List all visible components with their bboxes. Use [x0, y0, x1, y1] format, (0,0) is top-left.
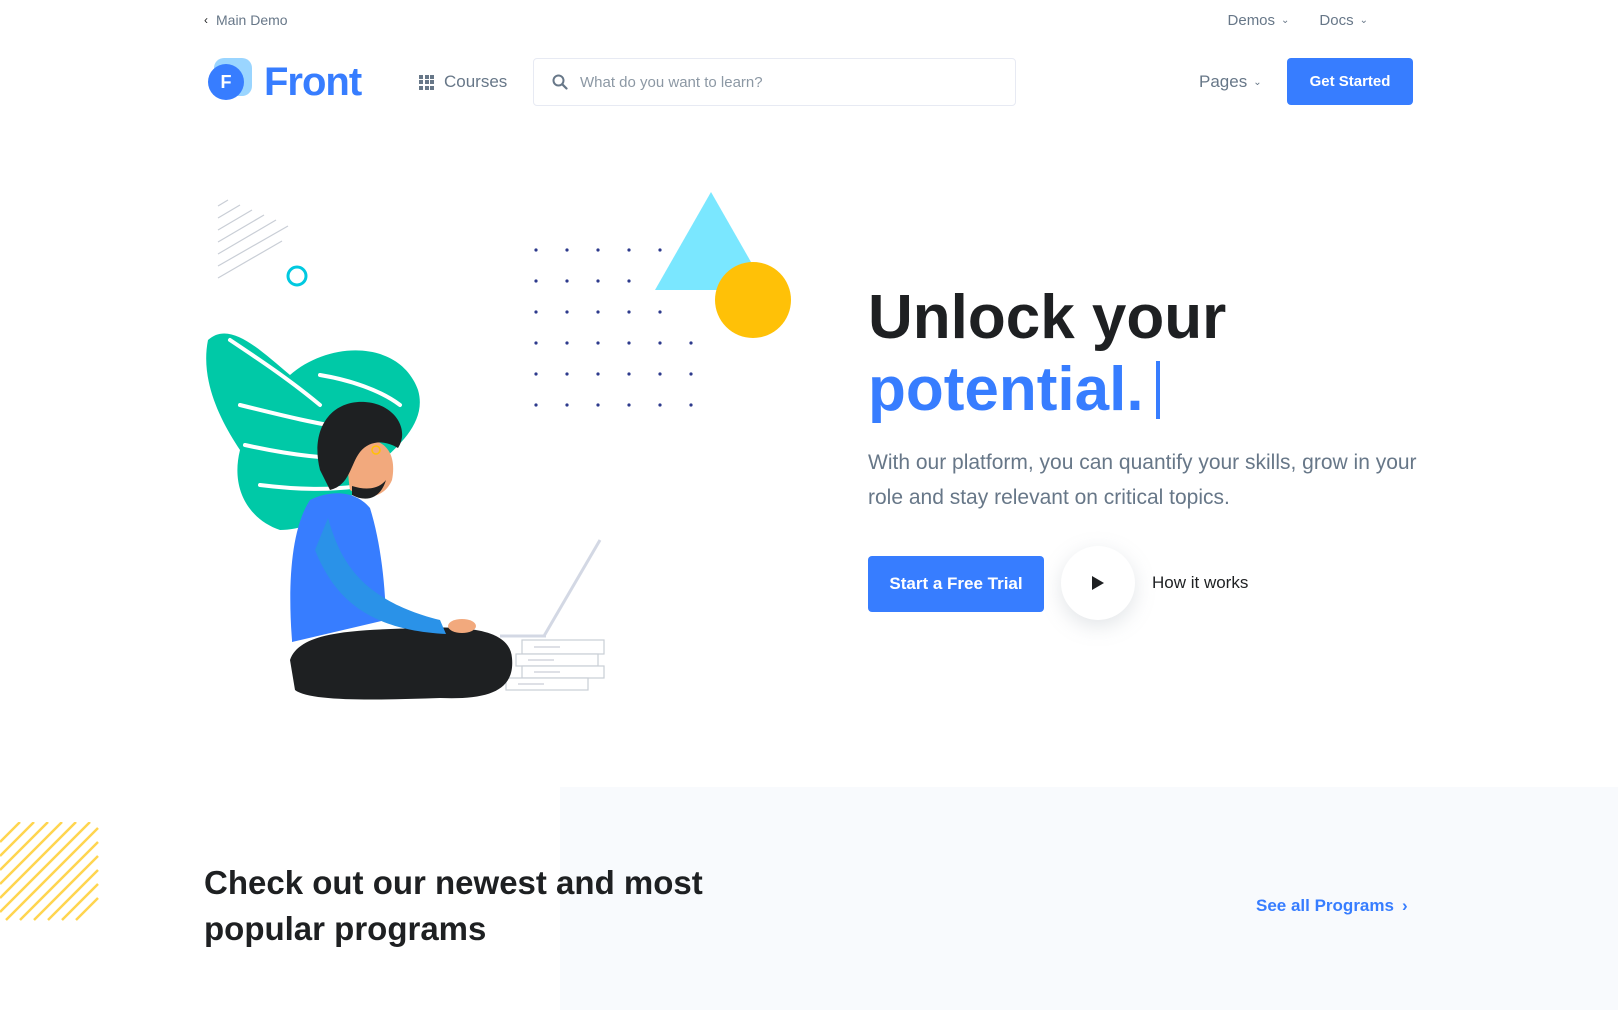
demos-label: Demos: [1227, 12, 1276, 29]
see-all-label: See all Programs: [1256, 896, 1394, 915]
hero-title-line1: Unlock your: [868, 283, 1227, 352]
chevron-left-icon: ‹: [204, 13, 208, 27]
logo-text: Front: [264, 59, 362, 104]
person-figure: [290, 401, 513, 700]
hero-title-line2: potential.: [868, 355, 1144, 424]
courses-menu[interactable]: Courses: [419, 58, 507, 106]
decorative-ring: [286, 265, 308, 287]
hero-description: With our platform, you can quantify your…: [868, 451, 1417, 509]
top-right-nav: Demos ⌄ Docs ⌄: [1228, 12, 1368, 29]
chevron-right-icon: ›: [1401, 896, 1408, 915]
chevron-down-icon: ⌄: [1359, 15, 1368, 26]
docs-label: Docs: [1319, 12, 1354, 29]
hero-illustration: [206, 192, 791, 700]
main-demo-label: Main Demo: [216, 12, 288, 28]
play-icon: [1092, 576, 1104, 590]
chevron-down-icon: ⌄: [1281, 15, 1290, 26]
search-input[interactable]: [580, 73, 980, 91]
start-free-trial-button[interactable]: Start a Free Trial: [868, 556, 1044, 612]
logo-letter: F: [220, 71, 232, 92]
main-demo-link[interactable]: ‹ Main Demo: [204, 12, 288, 28]
docs-dropdown[interactable]: Docs ⌄: [1319, 12, 1368, 29]
see-all-programs-link[interactable]: See all Programs ›: [1256, 896, 1408, 916]
search-icon: [552, 74, 568, 90]
search-box: [533, 58, 1016, 106]
play-video-button[interactable]: [1061, 546, 1135, 620]
laptop-screen: [542, 539, 602, 637]
hero-title: Unlock your potential.: [868, 282, 1226, 426]
main-header: F Front Courses Pages ⌄ Get Started: [0, 58, 1618, 106]
yellow-circle-shape: [715, 262, 791, 338]
typing-cursor: [1155, 361, 1160, 419]
how-it-works-link[interactable]: How it works: [1152, 573, 1248, 593]
hero-title-line2-wrap: potential.: [868, 354, 1226, 426]
logo-icon: F: [204, 58, 252, 106]
logo-link[interactable]: F Front: [204, 58, 362, 106]
chevron-down-icon: ⌄: [1253, 76, 1262, 88]
get-started-button[interactable]: Get Started: [1287, 58, 1413, 105]
pages-label: Pages: [1199, 72, 1248, 91]
book-stack: [505, 639, 605, 691]
decorative-stripes: [0, 822, 99, 921]
courses-label: Courses: [444, 72, 508, 91]
grid-icon: [419, 74, 434, 90]
programs-title: Check out our newest and most popular pr…: [204, 864, 703, 947]
top-bar: ‹ Main Demo Demos ⌄ Docs ⌄: [0, 0, 1618, 44]
pages-dropdown[interactable]: Pages ⌄: [1199, 58, 1262, 106]
decorative-lines: [217, 199, 289, 279]
demos-dropdown[interactable]: Demos ⌄: [1228, 12, 1290, 29]
